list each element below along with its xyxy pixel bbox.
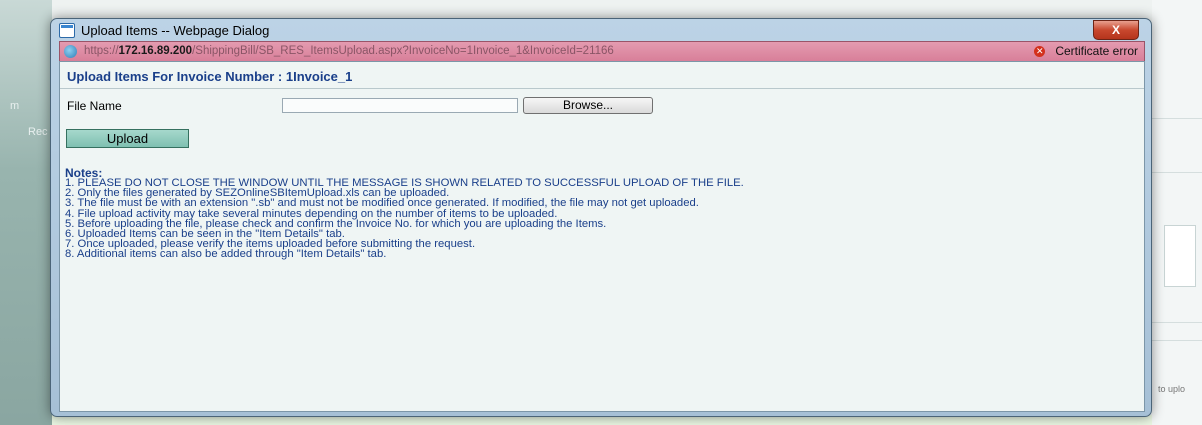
close-button[interactable]: X <box>1093 20 1139 40</box>
heading-divider <box>60 88 1144 89</box>
background-divider <box>1152 118 1202 119</box>
url-path: /ShippingBill/SB_RES_ItemsUpload.aspx?In… <box>192 45 614 57</box>
upload-items-dialog: Upload Items -- Webpage Dialog X https:/… <box>50 18 1152 417</box>
notes-list: 1. PLEASE DO NOT CLOSE THE WINDOW UNTIL … <box>65 177 1135 261</box>
background-label: m <box>10 100 20 112</box>
background-divider <box>1152 172 1202 173</box>
background-divider <box>1152 340 1202 341</box>
background-sidebar: m Rec <box>0 0 52 425</box>
note-item: 8. Additional items can also be added th… <box>65 248 387 261</box>
file-name-label: File Name <box>67 99 122 113</box>
dialog-title: Upload Items -- Webpage Dialog <box>81 23 270 38</box>
background-label: Rec <box>28 126 48 138</box>
url-scheme: https:// <box>84 45 119 57</box>
ie-page-icon <box>59 23 75 38</box>
dialog-content: Upload Items For Invoice Number : 1Invoi… <box>59 61 1145 412</box>
page-title: Upload Items For Invoice Number : 1Invoi… <box>67 69 353 84</box>
background-panel: to uplo <box>1152 0 1202 425</box>
certificate-error-label: Certificate error <box>1055 44 1138 58</box>
background-divider <box>1152 322 1202 323</box>
certificate-error[interactable]: ✕ Certificate error <box>1034 44 1138 58</box>
ie-globe-icon <box>64 45 77 58</box>
file-path-input[interactable] <box>282 98 518 113</box>
address-bar: https://172.16.89.200/ShippingBill/SB_RE… <box>59 41 1145 62</box>
background-text: to uplo <box>1158 384 1186 394</box>
upload-button[interactable]: Upload <box>66 129 189 148</box>
error-icon: ✕ <box>1034 46 1046 58</box>
url-host: 172.16.89.200 <box>118 45 193 57</box>
browse-button[interactable]: Browse... <box>523 97 653 114</box>
dialog-titlebar[interactable]: Upload Items -- Webpage Dialog X <box>51 19 1151 41</box>
url-text: https://172.16.89.200/ShippingBill/SB_RE… <box>84 45 614 57</box>
background-textarea <box>1164 225 1196 287</box>
